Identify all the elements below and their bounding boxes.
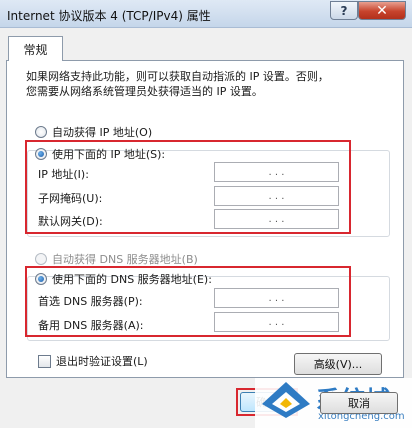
manual-dns-radio[interactable] xyxy=(35,273,47,285)
auto-dns-label: 自动获得 DNS 服务器地址(B) xyxy=(52,253,198,266)
description-line-1: 如果网络支持此功能，则可以获取自动指派的 IP 设置。否则， xyxy=(26,70,329,83)
auto-dns-radio[interactable] xyxy=(35,253,47,265)
ip-address-input[interactable]: . . . xyxy=(214,162,339,182)
alternate-dns-label: 备用 DNS 服务器(A): xyxy=(38,319,144,332)
validate-settings-option[interactable]: 退出时验证设置(L) xyxy=(38,353,148,369)
default-gateway-input[interactable]: . . . xyxy=(214,209,339,229)
validate-settings-label: 退出时验证设置(L) xyxy=(56,355,148,368)
auto-ip-option[interactable]: 自动获得 IP 地址(O) xyxy=(35,124,152,140)
tab-general-label: 常规 xyxy=(23,42,48,57)
manual-ip-radio[interactable] xyxy=(35,148,47,160)
preferred-dns-input[interactable]: . . . xyxy=(214,288,339,308)
help-icon: ? xyxy=(340,3,348,18)
description-text: 如果网络支持此功能，则可以获取自动指派的 IP 设置。否则， 您需要从网络系统管… xyxy=(26,69,329,99)
manual-dns-option[interactable]: 使用下面的 DNS 服务器地址(E): xyxy=(35,271,212,287)
auto-ip-label: 自动获得 IP 地址(O) xyxy=(52,126,153,139)
cancel-button[interactable]: 取消 xyxy=(320,392,398,414)
default-gateway-dots: . . . xyxy=(268,213,285,225)
close-button[interactable]: ✕ xyxy=(358,1,406,20)
subnet-mask-dots: . . . xyxy=(268,190,285,202)
manual-ip-label: 使用下面的 IP 地址(S): xyxy=(52,148,166,161)
watermark-logo-icon xyxy=(262,382,310,418)
validate-settings-checkbox[interactable] xyxy=(38,354,51,368)
manual-dns-label: 使用下面的 DNS 服务器地址(E): xyxy=(52,273,212,286)
default-gateway-label: 默认网关(D): xyxy=(38,215,103,228)
alternate-dns-input[interactable]: . . . xyxy=(214,312,339,332)
advanced-button-label: 高级(V)... xyxy=(313,358,363,371)
alternate-dns-dots: . . . xyxy=(268,316,285,328)
auto-ip-radio[interactable] xyxy=(35,126,47,138)
ip-address-label: IP 地址(I): xyxy=(38,168,89,181)
title-bar: Internet 协议版本 4 (TCP/IPv4) 属性 ? ✕ xyxy=(0,0,412,28)
manual-ip-option[interactable]: 使用下面的 IP 地址(S): xyxy=(35,146,165,162)
preferred-dns-label: 首选 DNS 服务器(P): xyxy=(38,295,143,308)
preferred-dns-dots: . . . xyxy=(268,292,285,304)
help-button[interactable]: ? xyxy=(330,1,358,20)
close-icon: ✕ xyxy=(376,2,388,19)
subnet-mask-label: 子网掩码(U): xyxy=(38,192,103,205)
window-title: Internet 协议版本 4 (TCP/IPv4) 属性 xyxy=(7,9,211,23)
auto-dns-option[interactable]: 自动获得 DNS 服务器地址(B) xyxy=(35,251,198,267)
subnet-mask-input[interactable]: . . . xyxy=(214,186,339,206)
cancel-button-label: 取消 xyxy=(348,397,370,410)
description-line-2: 您需要从网络系统管理员处获得适当的 IP 设置。 xyxy=(26,85,263,98)
tab-general[interactable]: 常规 xyxy=(8,36,63,61)
ip-address-dots: . . . xyxy=(268,166,285,178)
advanced-button[interactable]: 高级(V)... xyxy=(294,353,382,375)
